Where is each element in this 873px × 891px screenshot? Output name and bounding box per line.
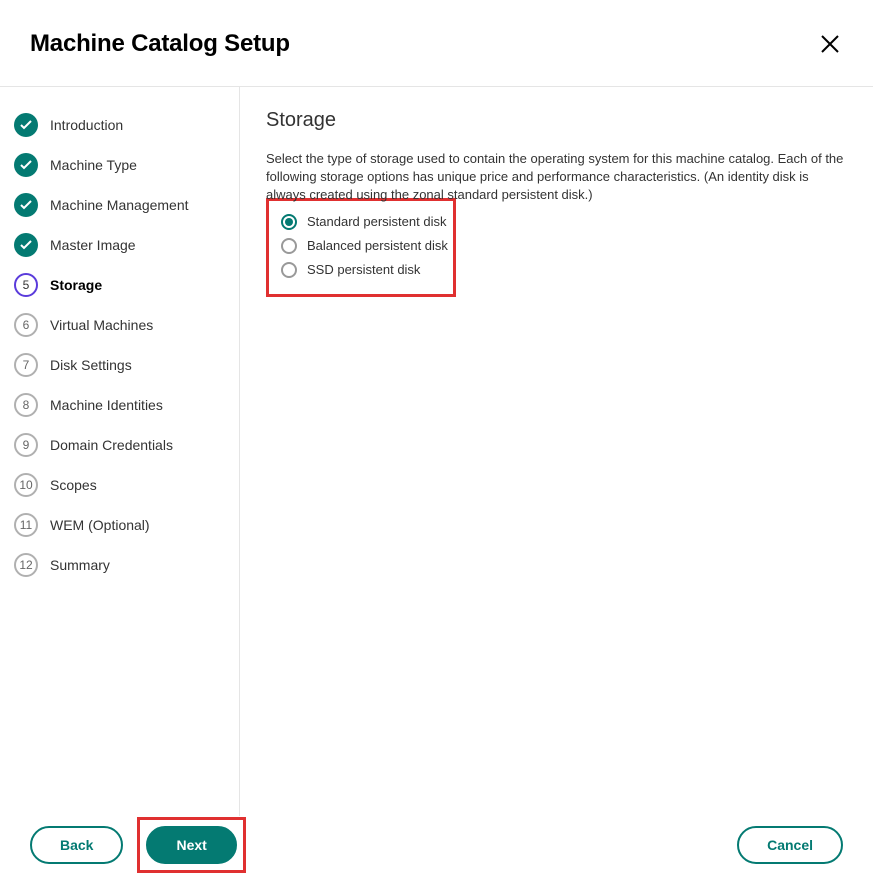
step-label: Scopes: [50, 477, 97, 493]
step-label: WEM (Optional): [50, 517, 150, 533]
radio-label: Balanced persistent disk: [307, 238, 448, 253]
step-number-icon: 7: [14, 353, 38, 377]
cancel-button[interactable]: Cancel: [737, 826, 843, 864]
page-description: Select the type of storage used to conta…: [266, 150, 845, 205]
step-summary[interactable]: 12 Summary: [14, 545, 229, 585]
radio-icon: [281, 238, 297, 254]
step-number-icon: 6: [14, 313, 38, 337]
step-number-icon: 5: [14, 273, 38, 297]
radio-label: Standard persistent disk: [307, 214, 446, 229]
step-scopes[interactable]: 10 Scopes: [14, 465, 229, 505]
storage-options-highlight: Standard persistent disk Balanced persis…: [266, 198, 456, 297]
next-button[interactable]: Next: [146, 826, 236, 864]
step-number-icon: 10: [14, 473, 38, 497]
step-number-icon: 11: [14, 513, 38, 537]
step-label: Machine Type: [50, 157, 137, 173]
dialog-title: Machine Catalog Setup: [30, 30, 290, 58]
radio-standard-persistent-disk[interactable]: Standard persistent disk: [281, 210, 441, 234]
radio-icon: [281, 214, 297, 230]
check-icon: [14, 233, 38, 257]
dialog-header: Machine Catalog Setup: [0, 0, 873, 86]
step-wem-optional[interactable]: 11 WEM (Optional): [14, 505, 229, 545]
radio-icon: [281, 262, 297, 278]
close-icon: [821, 35, 839, 53]
check-icon: [14, 193, 38, 217]
step-machine-type[interactable]: Machine Type: [14, 145, 229, 185]
check-icon: [14, 153, 38, 177]
step-number-icon: 8: [14, 393, 38, 417]
step-machine-management[interactable]: Machine Management: [14, 185, 229, 225]
radio-ssd-persistent-disk[interactable]: SSD persistent disk: [281, 258, 441, 282]
step-virtual-machines[interactable]: 6 Virtual Machines: [14, 305, 229, 345]
step-label: Introduction: [50, 117, 123, 133]
step-label: Machine Identities: [50, 397, 163, 413]
step-label: Storage: [50, 277, 102, 293]
step-number-icon: 12: [14, 553, 38, 577]
step-introduction[interactable]: Introduction: [14, 105, 229, 145]
step-storage[interactable]: 5 Storage: [14, 265, 229, 305]
dialog-body: Introduction Machine Type Machine Manage…: [0, 86, 873, 816]
page-heading: Storage: [266, 109, 845, 132]
step-machine-identities[interactable]: 8 Machine Identities: [14, 385, 229, 425]
radio-label: SSD persistent disk: [307, 262, 420, 277]
step-label: Master Image: [50, 237, 136, 253]
step-label: Virtual Machines: [50, 317, 153, 333]
dialog-footer: Back Next Cancel: [0, 817, 873, 873]
step-domain-credentials[interactable]: 9 Domain Credentials: [14, 425, 229, 465]
close-button[interactable]: [817, 31, 843, 57]
step-label: Machine Management: [50, 197, 189, 213]
check-icon: [14, 113, 38, 137]
step-label: Summary: [50, 557, 110, 573]
step-label: Disk Settings: [50, 357, 132, 373]
wizard-sidebar: Introduction Machine Type Machine Manage…: [0, 87, 240, 816]
next-button-highlight: Next: [137, 817, 245, 873]
step-master-image[interactable]: Master Image: [14, 225, 229, 265]
back-button[interactable]: Back: [30, 826, 123, 864]
step-disk-settings[interactable]: 7 Disk Settings: [14, 345, 229, 385]
main-content: Storage Select the type of storage used …: [240, 87, 873, 816]
radio-balanced-persistent-disk[interactable]: Balanced persistent disk: [281, 234, 441, 258]
step-number-icon: 9: [14, 433, 38, 457]
step-label: Domain Credentials: [50, 437, 173, 453]
